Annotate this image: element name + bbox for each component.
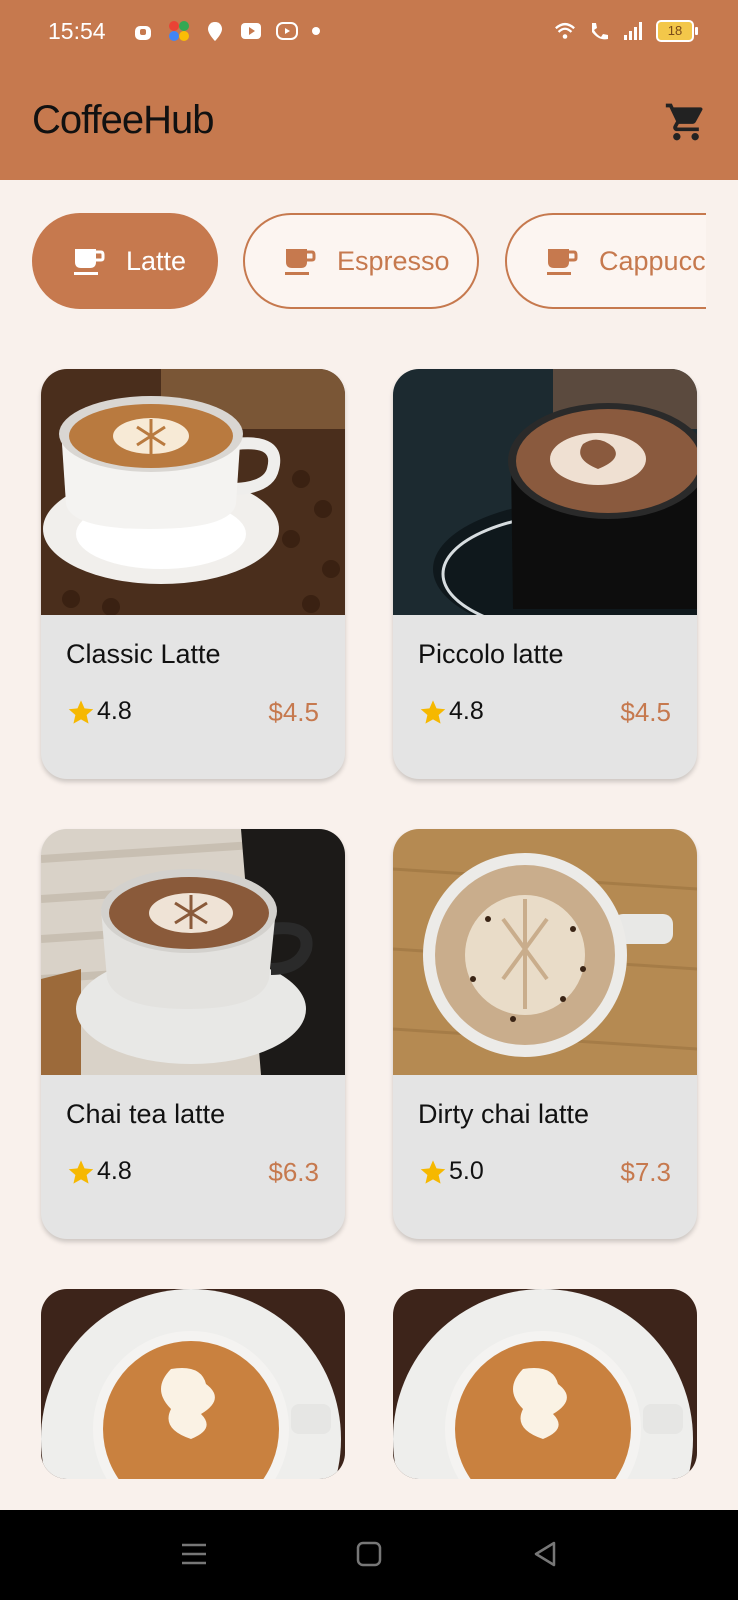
product-card-classic-latte[interactable]: Classic Latte 4.8 $4.5 [41, 369, 345, 779]
tab-label: Cappuccino [599, 245, 706, 276]
category-tabs: Latte Espresso Cappuccino [32, 213, 706, 313]
product-name: Chai tea latte [66, 1099, 226, 1129]
app-bar: 15:54 18 CoffeeHub [0, 0, 738, 180]
coffee-cup-icon [285, 249, 316, 275]
product-rating: 5.0 [419, 1157, 484, 1186]
status-indicators: 18 [554, 20, 698, 42]
product-card-partial[interactable] [393, 1289, 697, 1479]
product-price: $4.5 [268, 697, 319, 727]
product-name: Piccolo latte [418, 639, 564, 669]
product-image [393, 1289, 697, 1479]
product-image [41, 369, 345, 615]
product-card-piccolo-latte[interactable]: Piccolo latte 4.8 $4.5 [393, 369, 697, 779]
tab-espresso[interactable]: Espresso [243, 213, 479, 309]
product-image [393, 369, 697, 615]
product-price: $4.5 [620, 697, 671, 727]
location-icon [208, 22, 222, 41]
product-price: $7.3 [620, 1157, 671, 1187]
tab-label: Latte [126, 245, 187, 276]
rating-value: 5.0 [449, 1157, 484, 1185]
product-price: $6.3 [268, 1157, 319, 1187]
video-icon [241, 23, 261, 39]
status-time: 15:54 [48, 18, 106, 44]
rating-value: 4.8 [449, 697, 484, 725]
home-icon[interactable] [356, 1540, 382, 1568]
wifi-calling-icon [592, 23, 608, 40]
product-name: Classic Latte [66, 639, 221, 669]
product-name: Dirty chai latte [418, 1099, 590, 1129]
product-rating: 4.8 [67, 697, 132, 726]
app-title: CoffeeHub [32, 98, 215, 142]
product-image [393, 829, 697, 1075]
wifi-icon [555, 22, 575, 39]
rating-value: 4.8 [97, 1157, 132, 1185]
product-rating: 4.8 [419, 697, 484, 726]
back-icon[interactable] [532, 1540, 558, 1568]
tab-label: Espresso [337, 245, 450, 276]
youtube-icon [276, 22, 298, 40]
system-nav-bar [0, 1510, 738, 1600]
tab-cappuccino[interactable]: Cappuccino [505, 213, 706, 309]
star-icon [420, 1159, 446, 1184]
tab-latte[interactable]: Latte [32, 213, 218, 309]
product-card-dirty-chai-latte[interactable]: Dirty chai latte 5.0 $7.3 [393, 829, 697, 1239]
coffee-cup-icon [74, 249, 105, 275]
star-icon [68, 1159, 94, 1184]
rating-value: 4.8 [97, 697, 132, 725]
star-icon [68, 699, 94, 724]
app-grid-icon [169, 21, 189, 41]
product-card-partial[interactable] [41, 1289, 345, 1479]
product-card-chai-tea-latte[interactable]: Chai tea latte 4.8 $6.3 [41, 829, 345, 1239]
signal-icon [624, 22, 642, 40]
coffee-cup-icon [547, 249, 578, 275]
product-image [41, 829, 345, 1075]
product-rating: 4.8 [67, 1157, 132, 1186]
battery-indicator: 18 [656, 20, 698, 42]
more-notifications-dot [312, 27, 320, 35]
star-icon [420, 699, 446, 724]
cart-icon[interactable] [664, 100, 708, 144]
notification-icons [132, 20, 320, 42]
product-image [41, 1289, 345, 1479]
bag-icon [135, 26, 151, 40]
menu-icon[interactable] [180, 1540, 208, 1568]
